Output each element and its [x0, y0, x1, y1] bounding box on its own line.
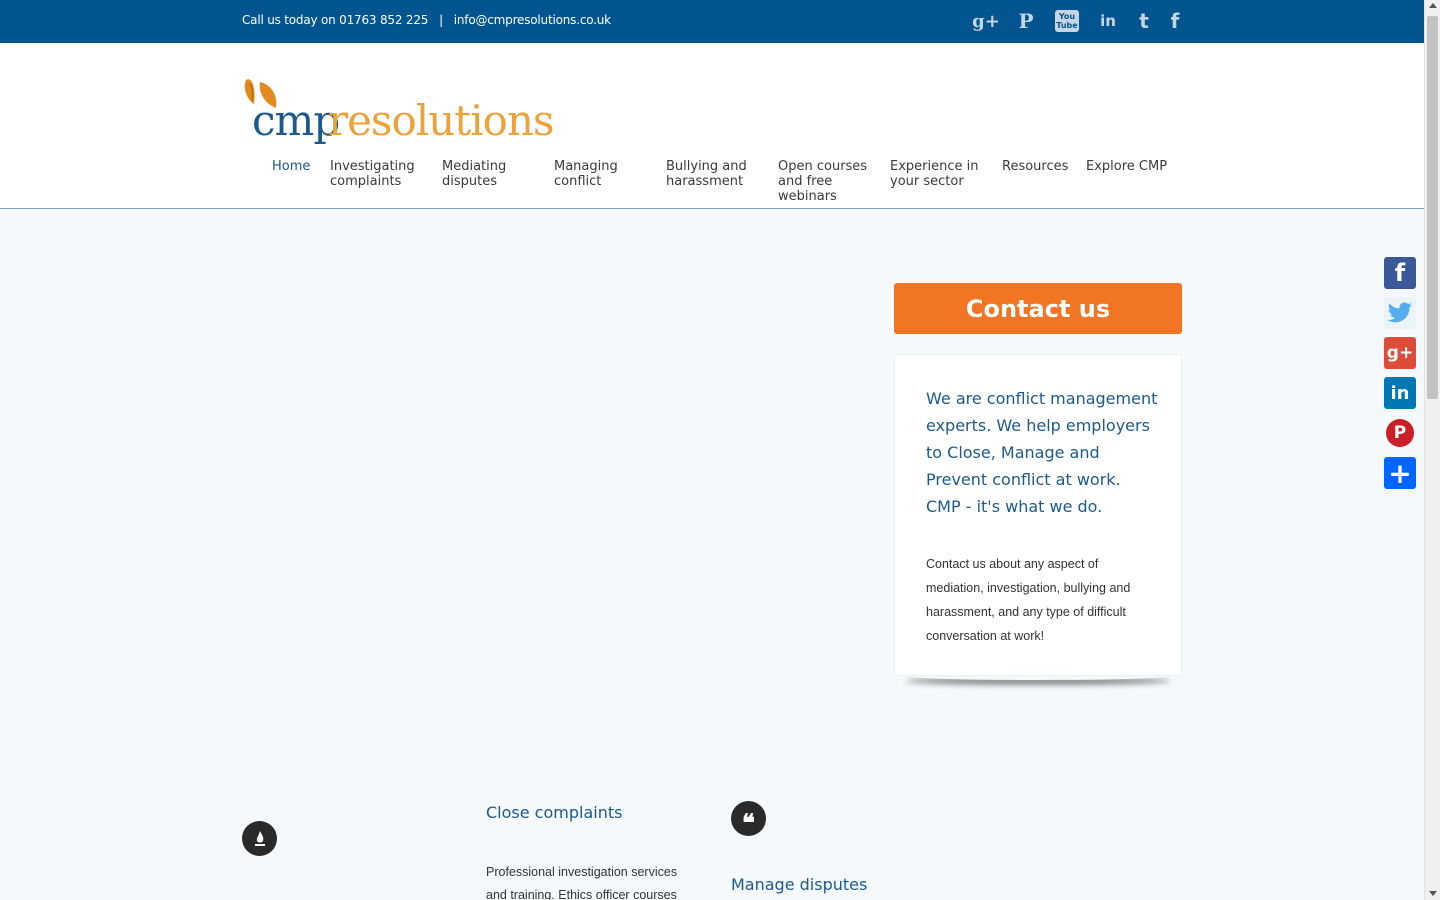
nav-item-managing-conflict[interactable]: Managing conflict	[554, 159, 634, 189]
google-plus-icon[interactable]: g+	[972, 8, 1000, 34]
scroll-thumb[interactable]	[1427, 16, 1438, 399]
scroll-down-icon[interactable]	[1429, 891, 1437, 896]
nav-item-explore-cmp[interactable]: Explore CMP	[1086, 159, 1176, 174]
pinterest-icon[interactable]: P	[1014, 8, 1038, 34]
social-links: g+ P You Tube in t f	[972, 8, 1182, 34]
share-twitter-icon[interactable]	[1384, 297, 1416, 329]
email-link[interactable]: info@cmpresolutions.co.uk	[454, 13, 611, 27]
nav-item-investigating-complaints[interactable]: Investigating complaints	[330, 159, 430, 189]
share-google-plus-icon[interactable]: g+	[1384, 337, 1416, 369]
twitter-icon[interactable]: t	[1136, 8, 1152, 34]
contact-us-button[interactable]: Contact us	[894, 283, 1182, 334]
flame-icon	[242, 821, 277, 856]
site-header: cmp resolutions Home Investigating compl…	[0, 43, 1424, 209]
quote-icon: ❝	[731, 801, 766, 837]
nav-item-home[interactable]: Home	[272, 159, 322, 174]
facebook-label: f	[1170, 9, 1180, 33]
nav-item-open-courses[interactable]: Open courses and free webinars	[778, 159, 878, 204]
separator	[432, 13, 439, 27]
nav-item-mediating-disputes[interactable]: Mediating disputes	[442, 159, 522, 189]
info-card: We are conflict management experts. We h…	[894, 354, 1182, 676]
top-bar: Call us today on 01763 852 225 | info@cm…	[0, 0, 1424, 43]
share-more-label: +	[1388, 456, 1412, 490]
share-pinterest-icon[interactable]: P	[1384, 417, 1416, 449]
quote-glyph: ❝	[742, 808, 755, 837]
manage-disputes-title[interactable]: Manage disputes	[731, 875, 867, 894]
main-nav: Home Investigating complaints Mediating …	[0, 159, 1424, 209]
card-shadow	[906, 672, 1170, 680]
phone-text: Call us today on 01763 852 225	[242, 13, 429, 27]
card-lead-text: We are conflict management experts. We h…	[926, 389, 1158, 516]
share-more-icon[interactable]: +	[1384, 456, 1416, 490]
nav-item-experience-sector[interactable]: Experience in your sector	[890, 159, 990, 189]
card-sub-text: Contact us about any aspect of mediation…	[926, 557, 1131, 643]
logo-text-cmp: cmp	[252, 96, 340, 145]
share-linkedin-label: in	[1390, 382, 1410, 404]
top-contact-info: Call us today on 01763 852 225 | info@cm…	[242, 13, 611, 27]
twitter-label: t	[1139, 9, 1149, 33]
linkedin-label: in	[1100, 12, 1116, 30]
logo-text-resolutions: resolutions	[328, 96, 554, 145]
share-facebook-label: f	[1394, 259, 1406, 287]
twitter-bird-icon	[1387, 302, 1412, 323]
close-complaints-text: Professional investigation services and …	[486, 865, 678, 900]
page-scrollbar[interactable]	[1424, 0, 1440, 900]
share-linkedin-icon[interactable]: in	[1384, 377, 1416, 409]
flame-glyph-icon	[254, 830, 265, 846]
cmp-logo[interactable]: cmp resolutions	[242, 74, 554, 146]
youtube-icon[interactable]: You Tube	[1054, 8, 1080, 34]
youtube-label: You Tube	[1055, 10, 1079, 32]
share-pinterest-label: P	[1386, 419, 1414, 447]
share-bar: f g+ in P +	[1384, 257, 1416, 490]
nav-item-bullying-harassment[interactable]: Bullying and harassment	[666, 159, 766, 189]
share-google-label: g+	[1386, 343, 1414, 363]
linkedin-icon[interactable]: in	[1096, 8, 1120, 34]
share-facebook-icon[interactable]: f	[1384, 257, 1416, 289]
scroll-up-icon[interactable]	[1429, 3, 1437, 8]
nav-item-resources[interactable]: Resources	[1002, 159, 1082, 174]
close-complaints-title[interactable]: Close complaints	[486, 803, 622, 822]
pinterest-label: P	[1018, 9, 1034, 33]
google-plus-label: g+	[972, 10, 1000, 32]
facebook-icon[interactable]: f	[1168, 8, 1182, 34]
